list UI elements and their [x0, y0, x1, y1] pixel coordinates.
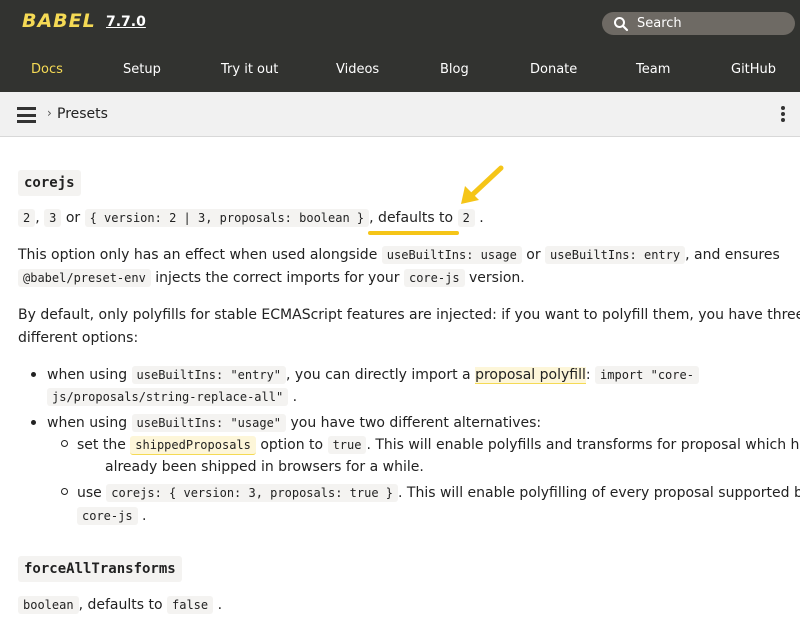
- breadcrumb-bar: [0, 92, 800, 137]
- bullet-dot: [31, 372, 36, 377]
- para1-text4: injects the correct imports for your: [155, 270, 400, 286]
- bullet1-period: .: [292, 389, 298, 405]
- nav-docs[interactable]: Docs: [31, 62, 63, 77]
- bullet1-line2: js/proposals/string-replace-all" .: [47, 386, 297, 408]
- value-3: 3: [44, 209, 62, 227]
- para1-text3: , and ensures: [685, 247, 780, 263]
- para1-line1: This option only has an effect when used…: [18, 244, 780, 266]
- nav-try-it-out[interactable]: Try it out: [221, 62, 278, 77]
- bullet-dot: [31, 420, 36, 425]
- search-placeholder: Search: [637, 16, 682, 31]
- period: .: [479, 210, 484, 226]
- sub1-text1: set the: [77, 437, 126, 453]
- force-values-line: boolean, defaults to false .: [18, 594, 222, 616]
- sub1-text3: . This will enable polyfills and transfo…: [366, 437, 800, 453]
- code-import-line1: import "core-: [595, 366, 699, 384]
- sub2-text1: use: [77, 485, 102, 501]
- breadcrumb-separator: ›: [47, 106, 52, 120]
- code-usebuiltins-entry: useBuiltIns: entry: [545, 246, 686, 264]
- code-boolean: boolean: [18, 596, 79, 614]
- sub1-line2: already been shipped in browsers for a w…: [105, 459, 424, 475]
- search-input[interactable]: Search: [602, 12, 795, 35]
- top-header: BABEL 7.7.0 Search: [0, 0, 800, 46]
- sub2-line1: use corejs: { version: 3, proposals: tru…: [77, 482, 800, 504]
- sub1-line1: set the shippedProposals option to true.…: [77, 434, 800, 456]
- shipped-proposals-link[interactable]: shippedProposals: [130, 436, 256, 455]
- force-all-transforms-heading: forceAllTransforms: [18, 556, 182, 582]
- code-usebuiltins-usage: useBuiltIns: usage: [381, 246, 522, 264]
- nav-videos[interactable]: Videos: [336, 62, 379, 77]
- value-object: { version: 2 | 3, proposals: boolean }: [84, 209, 370, 227]
- para1-text5: version.: [469, 270, 525, 286]
- menu-icon[interactable]: [17, 107, 36, 123]
- nav-blog[interactable]: Blog: [440, 62, 469, 77]
- para2-line2: different options:: [18, 330, 139, 346]
- search-icon: [614, 17, 629, 32]
- code-corejs-config: corejs: { version: 3, proposals: true }: [106, 484, 398, 502]
- corejs-values-line: 2, 3 or { version: 2 | 3, proposals: boo…: [18, 207, 484, 229]
- main-nav: Docs Setup Try it out Videos Blog Donate…: [0, 46, 800, 92]
- sub2-period: .: [142, 508, 147, 524]
- bullet1-colon: :: [585, 367, 591, 383]
- or-text: or: [65, 210, 81, 226]
- bullet1-text2: , you can directly import a: [286, 367, 471, 383]
- para1-text2: or: [526, 247, 541, 263]
- bullet2-text1: when using: [47, 415, 128, 431]
- sub2-line2: core-js .: [77, 505, 146, 527]
- para1-text1: This option only has an effect when used…: [18, 247, 378, 263]
- bullet2-line1: when using useBuiltIns: "usage" you have…: [47, 412, 541, 434]
- para2-line1: By default, only polyfills for stable EC…: [18, 307, 800, 323]
- nav-donate[interactable]: Donate: [530, 62, 577, 77]
- code-preset-env: @babel/preset-env: [18, 269, 151, 287]
- version-link[interactable]: 7.7.0: [106, 14, 146, 30]
- annotation-arrow-icon: [461, 165, 504, 204]
- sub1-text2: option to: [260, 437, 324, 453]
- bullet1-text1: when using: [47, 367, 128, 383]
- comma: ,: [35, 210, 40, 226]
- code-true: true: [327, 436, 367, 454]
- breadcrumb-current: Presets: [57, 106, 108, 122]
- code-false: false: [167, 596, 214, 614]
- code-core-js: core-js: [403, 269, 465, 287]
- value-2: 2: [18, 209, 36, 227]
- force-period: .: [217, 597, 223, 613]
- code-import-line2: js/proposals/string-replace-all": [47, 388, 289, 406]
- code-core-js-2: core-js: [77, 507, 138, 525]
- bullet1-line1: when using useBuiltIns: "entry", you can…: [47, 364, 699, 386]
- force-defaults-text: , defaults to: [78, 597, 163, 613]
- code-usebuiltins-entry-quoted: useBuiltIns: "entry": [131, 366, 287, 384]
- nav-github[interactable]: GitHub: [731, 62, 776, 77]
- code-usebuiltins-usage-quoted: useBuiltIns: "usage": [131, 414, 287, 432]
- default-value: 2: [457, 209, 475, 227]
- sub2-text2: . This will enable polyfilling of every …: [398, 485, 800, 501]
- defaults-to-text: , defaults to: [369, 210, 454, 226]
- highlight-underline: [368, 231, 459, 235]
- more-options-icon[interactable]: [781, 106, 787, 124]
- bullet2-text2: you have two different alternatives:: [290, 415, 542, 431]
- para1-line2: @babel/preset-env injects the correct im…: [18, 267, 525, 289]
- sub-bullet-circle: [61, 488, 68, 495]
- proposal-polyfill-link[interactable]: proposal polyfill: [475, 367, 586, 384]
- nav-setup[interactable]: Setup: [123, 62, 161, 77]
- babel-logo[interactable]: BABEL: [22, 10, 96, 32]
- nav-team[interactable]: Team: [636, 62, 670, 77]
- sub-bullet-circle: [61, 440, 68, 447]
- corejs-heading: corejs: [18, 170, 81, 196]
